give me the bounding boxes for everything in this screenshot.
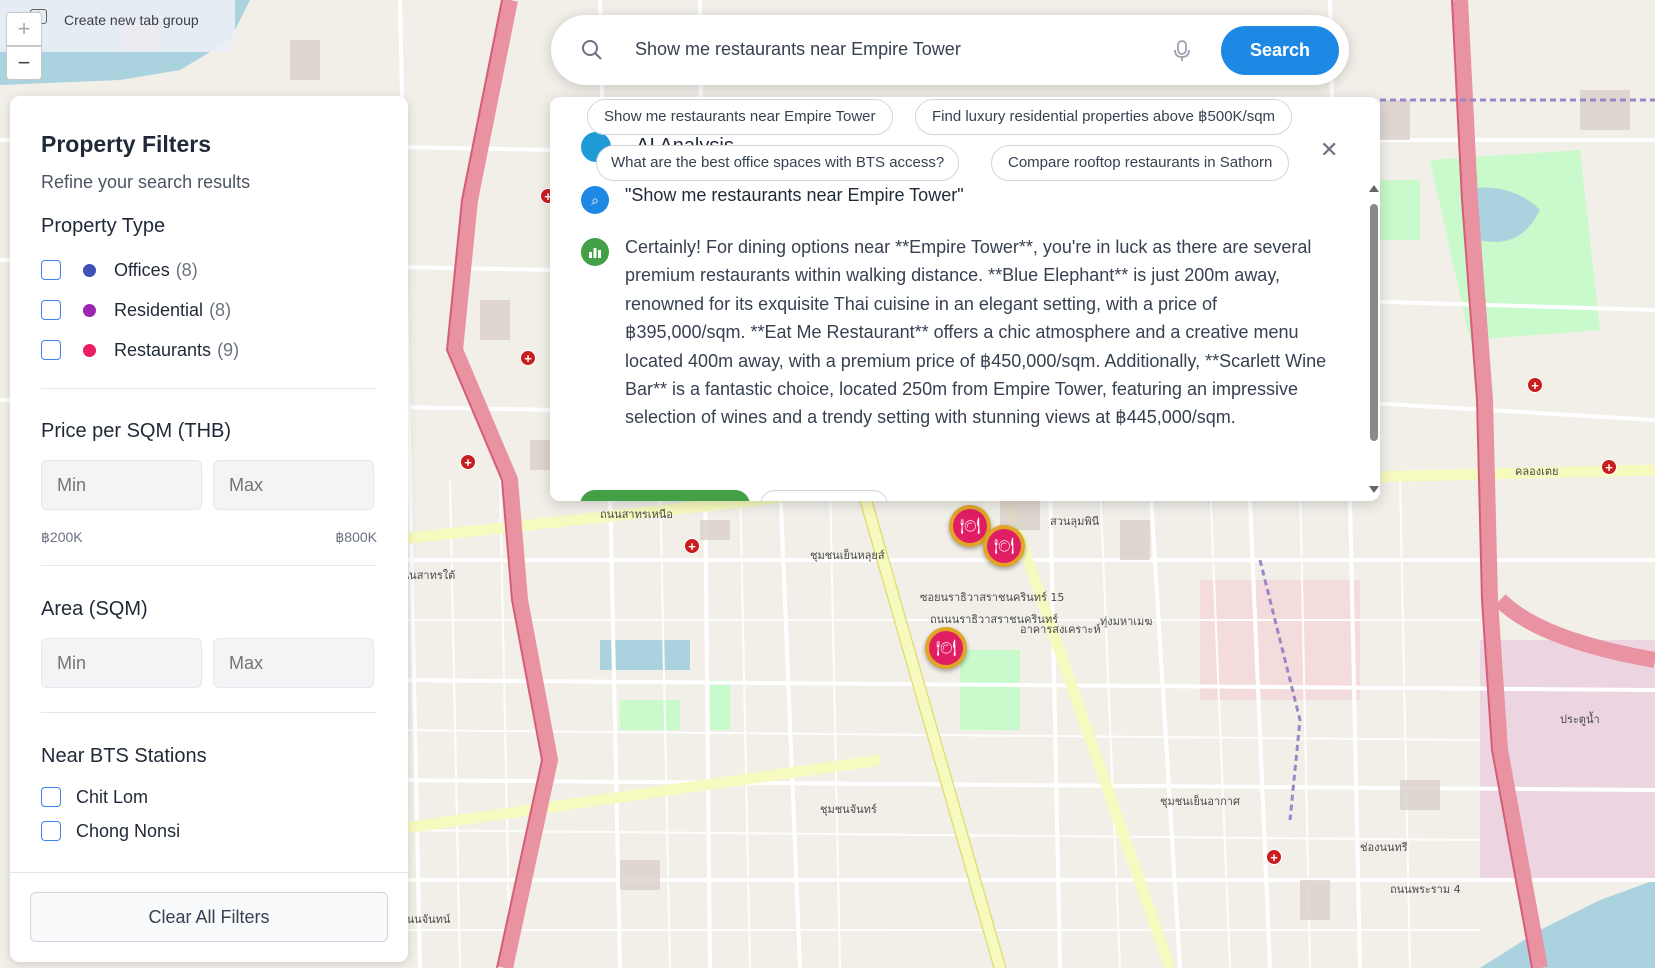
search-icon: [582, 40, 602, 60]
hospital-icon[interactable]: +: [460, 454, 476, 470]
map-label: ถนนพระราม 4: [1390, 883, 1461, 896]
chit-lom-label: Chit Lom: [76, 786, 149, 807]
ai-answer-text: Certainly! For dining options near **Emp…: [625, 237, 1327, 428]
search-bar[interactable]: Show me restaurants near Empire Tower Se…: [551, 15, 1349, 85]
filters-scroll-area[interactable]: Property Filters Refine your search resu…: [10, 96, 408, 872]
area-max-input[interactable]: [213, 638, 374, 688]
filter-bts-chit-lom[interactable]: Chit Lom: [41, 780, 377, 814]
property-filters-panel: Property Filters Refine your search resu…: [10, 96, 408, 962]
filters-subtitle: Refine your search results: [41, 172, 251, 192]
divider: [41, 712, 377, 713]
hospital-icon[interactable]: +: [1266, 849, 1282, 865]
zoom-out-button[interactable]: −: [6, 46, 42, 80]
price-max-input[interactable]: [213, 460, 374, 510]
suggestion-chip[interactable]: Show me restaurants near Empire Tower: [587, 99, 893, 135]
suggestion-chip[interactable]: What are the best office spaces with BTS…: [596, 145, 960, 181]
restaurant-marker[interactable]: 🍽: [983, 525, 1025, 567]
ai-analysis-panel: AI Analysis ✕ Show me restaurants near E…: [550, 97, 1380, 501]
offices-checkbox[interactable]: [41, 260, 61, 280]
residential-checkbox[interactable]: [41, 300, 61, 320]
restaurants-count: (9): [217, 339, 240, 360]
filters-footer: Clear All Filters: [10, 872, 408, 962]
restaurant-icon: 🍽: [987, 529, 1021, 563]
restaurants-color-dot: [83, 343, 96, 357]
divider: [41, 565, 377, 566]
ai-action-pill[interactable]: [580, 490, 750, 501]
search-button[interactable]: Search: [1221, 26, 1339, 75]
map-label: สวนลุมพินี: [1050, 515, 1100, 528]
close-icon[interactable]: ✕: [1320, 137, 1338, 163]
bts-heading: Near BTS Stations: [41, 745, 207, 767]
restaurant-icon: 🍽: [953, 509, 987, 543]
chit-lom-checkbox[interactable]: [41, 787, 61, 807]
scroll-up-arrow[interactable]: [1369, 185, 1379, 192]
residential-label: Residential: [114, 299, 204, 320]
map-label: อาคารสงเคราะห์: [1020, 623, 1101, 636]
filter-bts-chong-nonsi[interactable]: Chong Nonsi: [41, 814, 377, 848]
user-query-text: "Show me restaurants near Empire Tower": [625, 185, 964, 205]
hospital-icon[interactable]: +: [1601, 459, 1617, 475]
tab-group-label[interactable]: Create new tab group: [64, 12, 199, 28]
panel-scrollbar-thumb[interactable]: [1370, 204, 1378, 441]
offices-count: (8): [175, 259, 198, 280]
area-min-input[interactable]: [41, 638, 202, 688]
area-heading: Area (SQM): [41, 598, 148, 620]
filters-title: Property Filters: [41, 131, 211, 157]
map-label: ชุมชนเย็นอากาศ: [1160, 795, 1241, 808]
price-heading: Price per SQM (THB): [41, 420, 232, 442]
hospital-icon[interactable]: +: [520, 350, 536, 366]
hospital-icon[interactable]: +: [1527, 377, 1543, 393]
map-label: ประตูน้ำ: [1560, 713, 1600, 726]
map-label: ถนนสาทรเหนือ: [600, 508, 673, 521]
hospital-icon[interactable]: +: [684, 538, 700, 554]
ai-action-pill[interactable]: [760, 490, 888, 501]
divider: [41, 388, 377, 389]
map-label: ชุมชนเย็นหลุยส์: [810, 549, 885, 562]
offices-label: Offices: [114, 259, 170, 280]
restaurants-label: Restaurants: [114, 339, 212, 360]
map-label: ช่องนนทรี: [1360, 841, 1408, 854]
price-min-input[interactable]: [41, 460, 202, 510]
restaurant-icon: 🍽: [929, 631, 963, 665]
scroll-down-arrow[interactable]: [1369, 486, 1379, 493]
chong-nonsi-label: Chong Nonsi: [76, 820, 181, 841]
search-input[interactable]: Show me restaurants near Empire Tower: [635, 39, 961, 60]
restaurants-checkbox[interactable]: [41, 340, 61, 360]
analysis-chart-icon: [581, 238, 609, 266]
map-label: ชุมชนจันทร์: [820, 803, 877, 816]
filter-offices[interactable]: Offices (8): [41, 250, 377, 290]
zoom-in-button[interactable]: +: [6, 12, 42, 46]
map-label: ทุ่งมหาเมฆ: [1100, 615, 1153, 628]
map-label: ซอยนราธิวาสราชนครินทร์ 15: [920, 591, 1065, 604]
microphone-icon[interactable]: [1173, 40, 1191, 62]
chong-nonsi-checkbox[interactable]: [41, 821, 61, 841]
filter-restaurants[interactable]: Restaurants (9): [41, 330, 377, 370]
clear-filters-button[interactable]: Clear All Filters: [30, 892, 388, 942]
price-max-label: ฿800K: [335, 529, 377, 545]
query-search-icon: ⌕: [581, 186, 609, 214]
residential-color-dot: [83, 303, 96, 317]
property-type-heading: Property Type: [41, 215, 166, 237]
suggestion-chip[interactable]: Find luxury residential properties above…: [915, 99, 1293, 135]
residential-count: (8): [209, 299, 232, 320]
map-label: คลองเตย: [1515, 465, 1559, 478]
offices-color-dot: [83, 263, 96, 277]
price-min-label: ฿200K: [41, 529, 83, 545]
suggestion-chip[interactable]: Compare rooftop restaurants in Sathorn: [991, 145, 1290, 181]
filter-residential[interactable]: Residential (8): [41, 290, 377, 330]
restaurant-marker[interactable]: 🍽: [925, 627, 967, 669]
